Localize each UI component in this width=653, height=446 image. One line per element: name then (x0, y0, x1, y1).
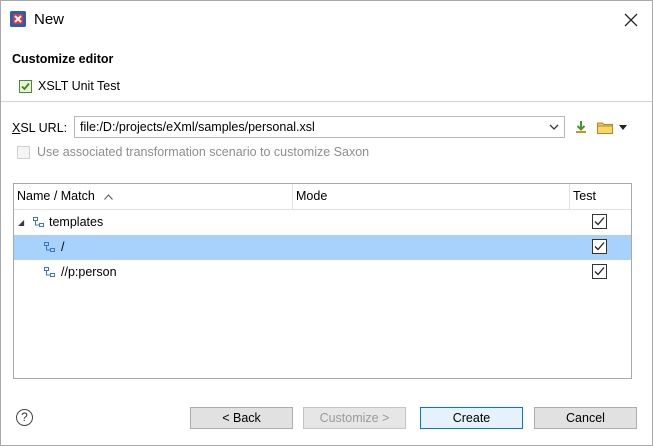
chevron-down-icon[interactable] (548, 121, 560, 133)
section-title: Customize editor (12, 52, 114, 66)
test-checkbox[interactable] (592, 214, 607, 229)
close-button[interactable] (617, 7, 645, 33)
create-button-label: Create (452, 411, 491, 425)
column-header-mode[interactable]: Mode (293, 184, 570, 209)
template-group-icon (33, 217, 44, 227)
window-title: New (34, 11, 65, 28)
use-scenario-label: Use associated transformation scenario t… (37, 145, 370, 159)
table-row[interactable]: //p:person (14, 260, 631, 285)
dialog-header: Customize editor XSLT Unit Test (1, 39, 652, 101)
cancel-button-label: Cancel (566, 411, 605, 425)
column-header-test[interactable]: Test (570, 184, 631, 209)
xsl-url-value[interactable]: file:/D:/projects/eXml/samples/personal.… (80, 120, 315, 134)
new-dialog-window: New Customize editor XSLT Unit Test XSL … (0, 0, 653, 446)
expand-arrow-icon[interactable]: ◢ (18, 218, 24, 227)
use-scenario-checkbox[interactable] (17, 145, 30, 159)
checkmark-icon (594, 267, 605, 276)
use-scenario-checkbox-row: Use associated transformation scenario t… (17, 145, 369, 159)
folder-menu-arrow-icon[interactable] (619, 125, 627, 131)
customize-button[interactable]: Customize > (303, 407, 406, 429)
document-type-row: XSLT Unit Test (19, 79, 120, 93)
title-bar: New (1, 1, 652, 39)
question-mark-icon: ? (21, 410, 28, 424)
xslt-app-icon (10, 11, 26, 27)
template-icon (44, 267, 55, 277)
download-icon[interactable] (574, 120, 588, 134)
row-name: / (61, 240, 65, 254)
back-button[interactable]: < Back (190, 407, 293, 429)
column-header-name-label: Name / Match (17, 189, 95, 203)
checkmark-icon (594, 217, 605, 226)
folder-icon[interactable] (597, 121, 613, 134)
templates-table: Name / Match Mode Test ◢ templates / //p… (13, 183, 632, 379)
back-button-label: < Back (222, 411, 261, 425)
table-row[interactable]: ◢ templates (14, 210, 631, 235)
test-checkbox[interactable] (592, 239, 607, 254)
customize-button-label: Customize > (319, 411, 390, 425)
xsl-url-label: XSL URL: (12, 121, 68, 135)
table-row[interactable]: / (14, 235, 631, 260)
header-separator (1, 101, 652, 102)
cancel-button[interactable]: Cancel (534, 407, 637, 429)
help-button[interactable]: ? (16, 409, 33, 426)
unit-test-icon (19, 79, 32, 93)
test-checkbox[interactable] (592, 264, 607, 279)
table-header: Name / Match Mode Test (14, 184, 631, 210)
document-type-label: XSLT Unit Test (38, 79, 120, 93)
checkmark-icon (594, 242, 605, 251)
row-name: //p:person (61, 265, 117, 279)
column-header-name[interactable]: Name / Match (14, 184, 293, 209)
close-icon (624, 13, 638, 27)
template-icon (44, 242, 55, 252)
row-name: templates (49, 215, 104, 229)
sort-ascending-icon (104, 192, 114, 202)
xsl-url-combobox[interactable]: file:/D:/projects/eXml/samples/personal.… (74, 116, 565, 138)
create-button[interactable]: Create (420, 407, 523, 429)
